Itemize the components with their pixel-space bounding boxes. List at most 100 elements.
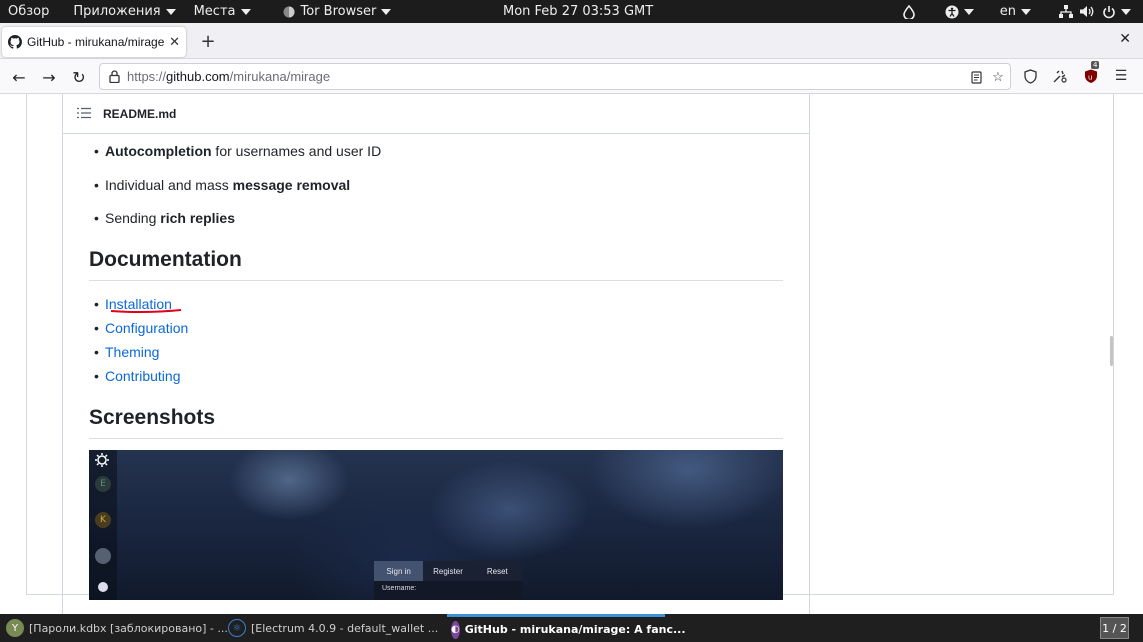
language-label: en <box>999 4 1016 19</box>
shield-icon[interactable] <box>1019 65 1041 87</box>
electrum-icon: ⚛ <box>228 619 246 637</box>
power-icon <box>1103 5 1115 18</box>
tab-github-mirage[interactable]: GitHub - mirukana/mirage ✕ <box>2 27 186 57</box>
reload-button[interactable]: ↻ <box>67 65 91 89</box>
github-icon <box>8 35 22 49</box>
workspace-pager[interactable]: 1 / 2 <box>1100 617 1129 639</box>
chevron-down-icon <box>963 8 974 15</box>
chevron-down-icon <box>1121 8 1131 15</box>
screenshot-tab: Reset <box>486 566 508 576</box>
screenshot-tab: Sign in <box>374 561 424 581</box>
taskbar-item-tor-browser[interactable]: ◐ GitHub - mirukana/mirage: A fanc... <box>447 614 686 642</box>
feature-text: Individual and mass <box>105 177 233 193</box>
lock-icon <box>107 70 121 84</box>
activities-label: Обзор <box>8 4 50 19</box>
accessibility-icon <box>945 5 959 18</box>
list-item: Individual and mass message removal <box>94 177 351 193</box>
clock-label: Mon Feb 27 03:53 GMT <box>503 4 654 19</box>
reader-view-icon[interactable] <box>968 69 984 85</box>
activities-button[interactable]: Обзор <box>0 0 58 23</box>
browser-tab-bar: GitHub - mirukana/mirage ✕ + ✕ <box>0 23 1143 59</box>
feature-text: for usernames and user ID <box>211 143 382 159</box>
window-close-icon[interactable]: ✕ <box>1119 31 1131 47</box>
system-menu[interactable] <box>1053 0 1137 23</box>
svg-text:u: u <box>1088 74 1092 82</box>
avatar: E <box>95 476 111 492</box>
volume-icon <box>1080 6 1094 17</box>
screenshot-auth-tabs: Sign in Register Reset <box>374 561 522 581</box>
accessibility-menu[interactable] <box>939 0 980 23</box>
gnome-top-bar: Обзор Приложения Места Tor Browser Mon F… <box>0 0 1143 23</box>
menu-hamburger-icon[interactable]: ☰ <box>1110 65 1132 87</box>
noscript-icon[interactable] <box>1049 65 1071 87</box>
url-prefix: https:// <box>127 69 167 84</box>
readme-filename: README.md <box>103 106 177 121</box>
places-menu[interactable]: Места <box>185 0 260 23</box>
list-item: Sending rich replies <box>94 210 235 226</box>
back-button[interactable]: ← <box>7 65 31 89</box>
feature-bold: message removal <box>232 177 351 193</box>
taskbar-item-label: [Electrum 4.0.9 - default_wallet ... <box>251 621 439 635</box>
url-domain: github.com <box>166 69 230 84</box>
url-path: /mirukana/mirage <box>229 69 331 84</box>
clock[interactable]: Mon Feb 27 03:53 GMT <box>503 0 653 23</box>
language-menu[interactable]: en <box>994 0 1037 23</box>
applications-label: Приложения <box>73 4 161 19</box>
avatar <box>95 548 111 564</box>
taskbar: Y [Пароли.kdbx [заблокировано] - ... ⚛ [… <box>0 614 1143 642</box>
mirage-screenshot-image[interactable]: E K Sign in Register Reset Username: <box>89 450 783 600</box>
screenshots-heading: Screenshots <box>89 406 783 439</box>
scrollbar-thumb[interactable] <box>1110 336 1113 366</box>
tor-browser-icon: ◐ <box>451 620 460 639</box>
screenshot-sidebar: E K <box>89 450 117 600</box>
taskbar-item-label: [Пароли.kdbx [заблокировано] - ... <box>29 621 228 635</box>
chevron-down-icon <box>381 8 392 15</box>
avatar: K <box>95 512 111 528</box>
feature-text: Sending <box>105 210 161 226</box>
new-tab-button[interactable]: + <box>196 29 220 53</box>
feature-bold: Autocompletion <box>105 143 212 159</box>
table-of-contents-icon[interactable] <box>77 104 91 123</box>
system-tray: en <box>897 0 1137 23</box>
url-text: https://github.com/mirukana/mirage <box>127 69 330 84</box>
bookmark-star-icon[interactable]: ☆ <box>990 69 1006 85</box>
gear-icon <box>95 453 109 467</box>
app-menu-label: Tor Browser <box>300 4 377 19</box>
tor-browser-icon <box>283 6 294 17</box>
screenshot-form: Username: <box>374 581 522 600</box>
reload-icon: ↻ <box>72 67 86 87</box>
app-menu[interactable]: Tor Browser <box>274 0 401 23</box>
feature-bold: rich replies <box>160 210 235 226</box>
taskbar-item-keepass[interactable]: Y [Пароли.kdbx [заблокировано] - ... <box>6 614 228 642</box>
plus-icon: + <box>200 30 216 52</box>
screenshot-field-label: Username: <box>382 585 417 592</box>
arrow-right-icon: → <box>42 67 56 87</box>
arrow-left-icon: ← <box>12 67 26 87</box>
taskbar-item-label: GitHub - mirukana/mirage: A fanc... <box>464 623 686 636</box>
documentation-heading: Documentation <box>89 248 783 281</box>
chevron-down-icon <box>1021 8 1031 15</box>
web-page: README.md Autocompletion for usernames a… <box>0 94 1143 614</box>
browser-nav-bar: ← → ↻ https://github.com/mirukana/mirage… <box>0 59 1143 94</box>
readme-header: README.md <box>63 94 809 134</box>
forward-button[interactable]: → <box>37 65 61 89</box>
taskbar-item-electrum[interactable]: ⚛ [Electrum 4.0.9 - default_wallet ... <box>228 614 438 642</box>
ublock-badge: 4 <box>1091 61 1100 69</box>
url-bar[interactable]: https://github.com/mirukana/mirage ☆ <box>99 63 1011 90</box>
tab-close-icon[interactable]: ✕ <box>169 34 180 50</box>
doc-link-configuration[interactable]: Configuration <box>94 320 188 336</box>
keepass-icon: Y <box>6 619 24 637</box>
list-item: Autocompletion for usernames and user ID <box>94 143 382 159</box>
doc-link-contributing[interactable]: Contributing <box>94 368 180 384</box>
network-icon <box>1059 5 1073 18</box>
applications-menu[interactable]: Приложения <box>64 0 184 23</box>
screenshot-tab: Register <box>433 566 463 576</box>
places-label: Места <box>193 4 236 19</box>
moon-icon <box>98 582 108 592</box>
doc-link-theming[interactable]: Theming <box>94 344 160 360</box>
red-annotation-underline <box>110 309 182 314</box>
ublock-origin-icon[interactable]: u 4 <box>1080 61 1102 87</box>
chevron-down-icon <box>240 8 251 15</box>
tray-drop-icon[interactable] <box>897 0 921 23</box>
chevron-down-icon <box>165 8 176 15</box>
